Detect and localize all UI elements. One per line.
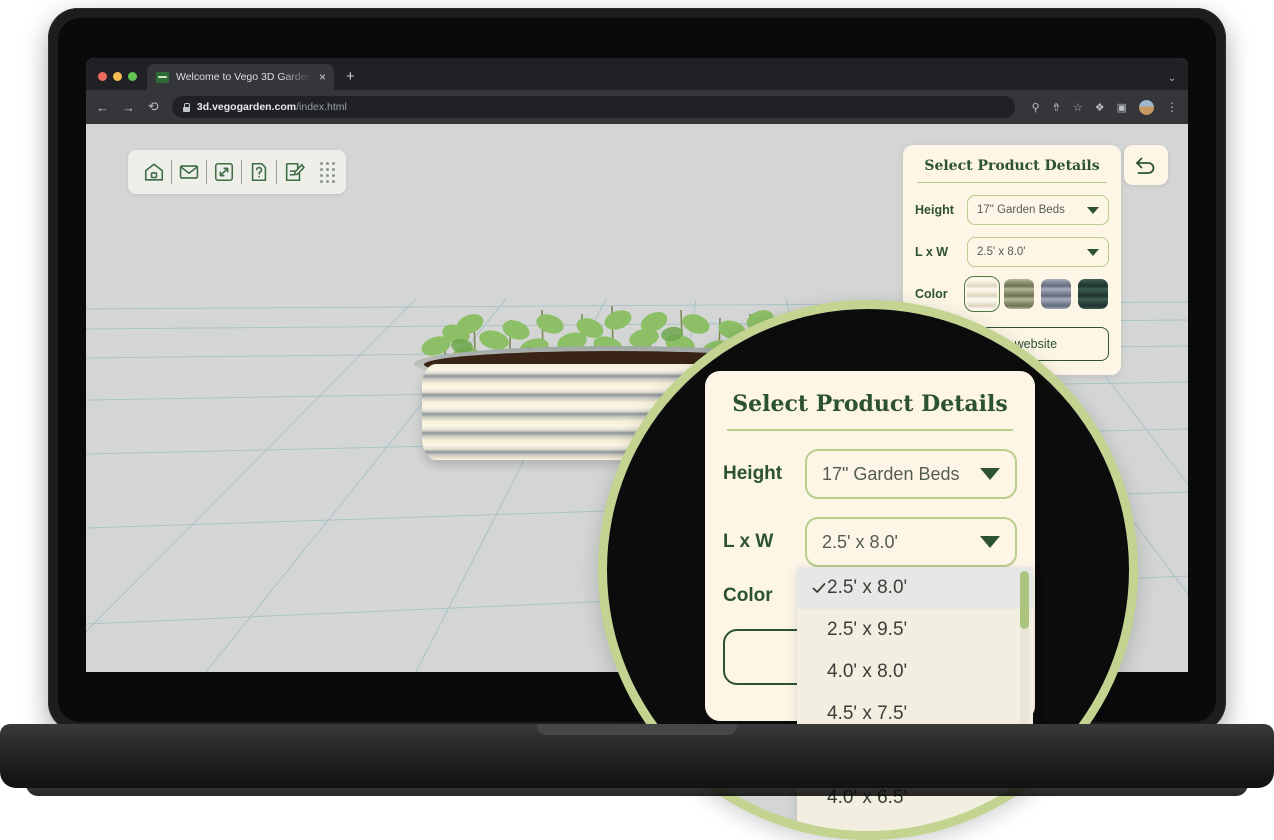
profile-avatar[interactable] <box>1139 100 1154 115</box>
magnified-height-row: Height 17" Garden Beds <box>705 449 1035 517</box>
dropdown-option-label: 2.5' x 9.5' <box>827 619 907 641</box>
tab-title: Welcome to Vego 3D Garden P <box>176 71 311 83</box>
toolbar-divider <box>171 160 172 184</box>
color-swatch-dark-green[interactable] <box>1078 279 1108 309</box>
back-icon[interactable]: ← <box>96 101 109 114</box>
dropdown-scrollbar-thumb[interactable] <box>1020 571 1029 629</box>
panel-title: Select Product Details <box>903 145 1121 182</box>
height-select[interactable]: 17" Garden Beds <box>967 195 1109 225</box>
lxw-value: 2.5' x 8.0' <box>977 246 1026 258</box>
share-icon[interactable]: ⇮ <box>1052 101 1061 114</box>
magnified-height-select[interactable]: 17" Garden Beds <box>805 449 1017 499</box>
chevron-down-icon <box>980 468 1000 480</box>
color-swatch-slate-gray[interactable] <box>1041 279 1071 309</box>
chevron-down-icon <box>980 536 1000 548</box>
lxw-label: L x W <box>915 245 959 259</box>
magnified-lxw-label: L x W <box>723 531 793 553</box>
color-label: Color <box>915 287 959 301</box>
edit-note-icon[interactable] <box>277 155 311 189</box>
laptop-base <box>0 724 1274 788</box>
height-row: Height 17" Garden Beds <box>903 195 1121 237</box>
browser-tab[interactable]: Welcome to Vego 3D Garden P × <box>147 64 334 90</box>
dropdown-option[interactable]: 4.0' x 8.0' <box>797 651 1033 693</box>
magnified-color-label: Color <box>723 585 793 607</box>
dropdown-option-label: 2.5' x 8.0' <box>827 577 907 599</box>
lxw-row: L x W 2.5' x 8.0' <box>903 237 1121 279</box>
height-value: 17" Garden Beds <box>977 204 1065 216</box>
window-controls[interactable] <box>96 72 147 90</box>
new-tab-button[interactable]: + <box>346 68 355 85</box>
maximize-window-dot[interactable] <box>128 72 137 81</box>
dropdown-option-label: 4.5' x 7.5' <box>827 703 907 725</box>
dropdown-option[interactable]: 2.5' x 8.0' <box>797 567 1033 609</box>
screenshot-root: Welcome to Vego 3D Garden P × + ⌄ ← → ⟳ … <box>0 0 1274 834</box>
reload-icon[interactable]: ⟳ <box>148 99 159 115</box>
kebab-menu-icon[interactable]: ⋮ <box>1166 100 1178 114</box>
drag-dots-handle[interactable] <box>320 162 335 183</box>
browser-tabstrip: Welcome to Vego 3D Garden P × + ⌄ <box>86 58 1188 90</box>
panel-divider <box>917 182 1107 183</box>
chevron-down-icon <box>1087 249 1099 256</box>
url-text: 3d.vegogarden.com/index.html <box>197 101 347 113</box>
email-icon[interactable] <box>172 155 206 189</box>
color-swatch-olive[interactable] <box>1004 279 1034 309</box>
laptop-foot <box>26 784 1248 796</box>
omnibar-icons: ⚲ ⇮ ☆ ❖ ▣ ⋮ <box>1032 100 1178 115</box>
height-label: Height <box>915 203 959 217</box>
undo-button[interactable] <box>1124 145 1168 185</box>
chevron-down-icon[interactable]: ⌄ <box>1168 73 1176 84</box>
toolbar-divider <box>241 160 242 184</box>
side-panel-icon[interactable]: ▣ <box>1117 101 1127 114</box>
dropdown-option-label: 4.0' x 8.0' <box>827 661 907 683</box>
check-icon <box>811 580 827 596</box>
browser-omnibar: ← → ⟳ 3d.vegogarden.com/index.html ⚲ ⇮ ☆… <box>86 90 1188 124</box>
magnified-lxw-select[interactable]: 2.5' x 8.0' <box>805 517 1017 567</box>
url-path: /index.html <box>296 101 347 113</box>
search-icon[interactable]: ⚲ <box>1032 101 1040 114</box>
home-icon[interactable] <box>137 155 171 189</box>
lock-icon <box>183 103 190 112</box>
forward-icon[interactable]: → <box>122 101 135 114</box>
lxw-select[interactable]: 2.5' x 8.0' <box>967 237 1109 267</box>
magnified-lxw-value: 2.5' x 8.0' <box>822 532 898 553</box>
color-swatch-cream[interactable] <box>967 279 997 309</box>
address-bar[interactable]: 3d.vegogarden.com/index.html <box>172 96 1015 118</box>
fullscreen-icon[interactable] <box>207 155 241 189</box>
magnified-panel-divider <box>727 429 1013 431</box>
help-icon[interactable] <box>242 155 276 189</box>
close-icon[interactable]: × <box>319 71 326 83</box>
dropdown-option[interactable]: 2.5' x 9.5' <box>797 609 1033 651</box>
magnified-height-value: 17" Garden Beds <box>822 464 959 485</box>
magnified-panel-title: Select Product Details <box>705 371 1035 429</box>
toolbar-divider <box>206 160 207 184</box>
magnified-height-label: Height <box>723 463 793 485</box>
chevron-down-icon <box>1087 207 1099 214</box>
viewer-toolbar <box>128 150 346 194</box>
vego-favicon <box>156 72 169 83</box>
url-domain: 3d.vegogarden.com <box>197 101 296 113</box>
toolbar-divider <box>276 160 277 184</box>
extensions-puzzle-icon[interactable]: ❖ <box>1095 101 1105 114</box>
color-swatches <box>967 279 1108 309</box>
close-window-dot[interactable] <box>98 72 107 81</box>
lxw-dropdown-menu[interactable]: 2.5' x 8.0' 2.5' x 9.5' 4.0' x 8.0' 4.5'… <box>797 567 1033 840</box>
minimize-window-dot[interactable] <box>113 72 122 81</box>
bookmark-star-icon[interactable]: ☆ <box>1073 101 1083 114</box>
